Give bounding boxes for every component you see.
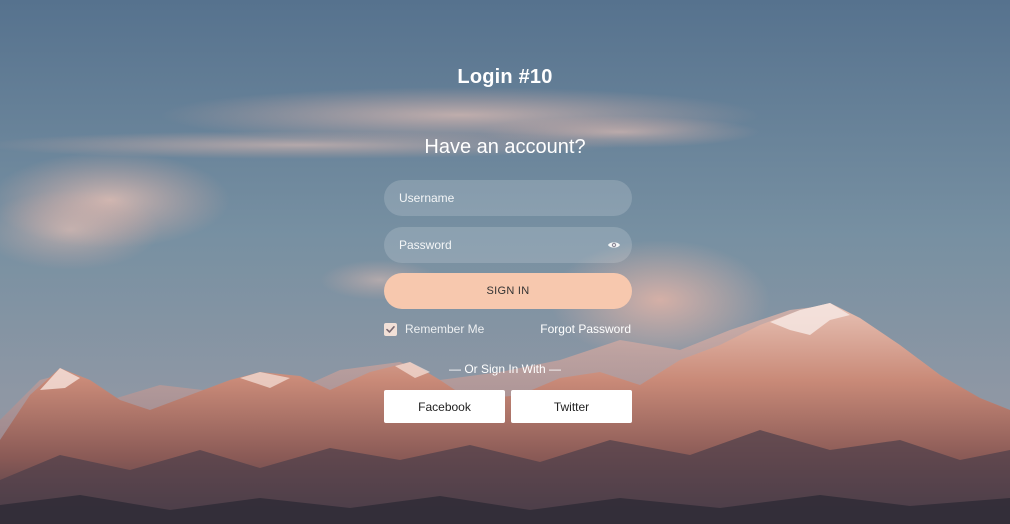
password-input[interactable] <box>384 227 632 263</box>
facebook-signin-button[interactable]: Facebook <box>384 390 505 423</box>
checkmark-icon[interactable] <box>384 322 397 336</box>
username-field-wrapper <box>384 180 632 216</box>
login-page: Login #10 Have an account? SIGN IN Remem… <box>0 0 1010 524</box>
sign-in-button[interactable]: SIGN IN <box>384 273 632 309</box>
form-heading: Have an account? <box>424 136 586 158</box>
forgot-password-link[interactable]: Forgot Password <box>540 322 631 336</box>
social-divider-text: — Or Sign In With — <box>448 362 562 376</box>
remember-me-checkbox[interactable]: Remember Me <box>384 322 484 336</box>
twitter-signin-button[interactable]: Twitter <box>511 390 632 423</box>
remember-me-label: Remember Me <box>405 322 485 336</box>
username-input[interactable] <box>384 180 632 216</box>
page-title: Login #10 <box>457 66 553 88</box>
eye-icon[interactable] <box>607 238 621 252</box>
password-field-wrapper <box>384 227 632 263</box>
